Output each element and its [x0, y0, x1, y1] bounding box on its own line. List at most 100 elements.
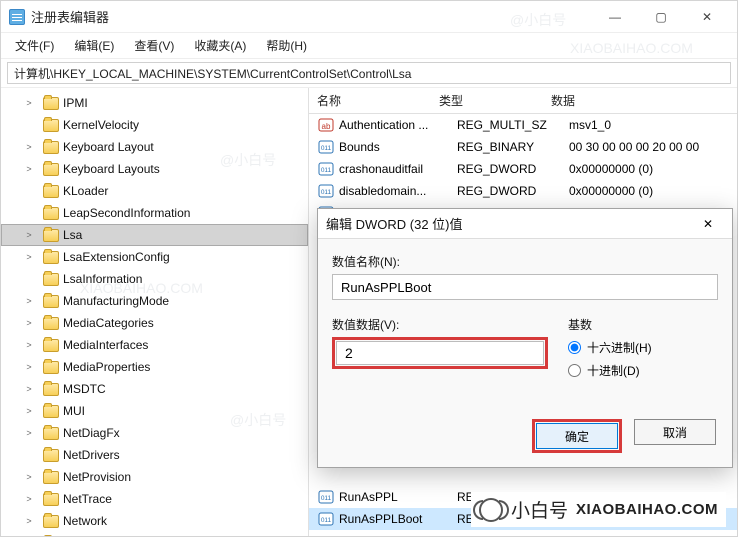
tree-item[interactable]: LeapSecondInformation	[1, 202, 308, 224]
tree-item[interactable]: >ManufacturingMode	[1, 290, 308, 312]
tree-item[interactable]: > Keyboard Layouts	[1, 158, 308, 180]
tree-item-label: MUI	[63, 404, 85, 418]
minimize-button[interactable]: —	[593, 3, 637, 31]
close-button[interactable]: ✕	[685, 3, 729, 31]
watermark-cn: 小白号	[511, 496, 568, 523]
tree-item-label: Keyboard Layouts	[63, 162, 160, 176]
tree-item[interactable]: >Network	[1, 510, 308, 532]
tree-panel[interactable]: > IPMI KernelVelocity > Keyboard Layout > Keyb…	[1, 88, 309, 536]
tree-item[interactable]: > MUI	[1, 400, 308, 422]
col-data[interactable]: 数据	[551, 92, 737, 109]
value-name-input[interactable]	[332, 274, 718, 300]
tree-item[interactable]: > MediaProperties	[1, 356, 308, 378]
tree-item-label: NetTrace	[63, 492, 112, 506]
tree-item[interactable]: >NetworkProvider	[1, 532, 308, 536]
folder-icon	[43, 97, 59, 110]
menu-help[interactable]: 帮助(H)	[258, 34, 315, 57]
tree-item[interactable]: > MSDTC	[1, 378, 308, 400]
tree-item-label: Lsa	[63, 228, 82, 242]
col-name[interactable]: 名称	[309, 92, 439, 109]
maximize-button[interactable]: ▢	[639, 3, 683, 31]
chevron-icon[interactable]: >	[23, 229, 35, 241]
tree-item[interactable]: >MediaCategories	[1, 312, 308, 334]
menu-favorites[interactable]: 收藏夹(A)	[186, 34, 254, 57]
binary-icon: 011	[317, 160, 335, 178]
tree-item[interactable]: > IPMI	[1, 92, 308, 114]
chevron-icon[interactable]: >	[23, 317, 35, 329]
watermark-en: XIAOBAIHAO.COM	[576, 501, 718, 518]
folder-icon	[43, 317, 59, 330]
chevron-icon[interactable]	[23, 449, 35, 461]
value-type: REG_DWORD	[457, 184, 569, 198]
value-data-input[interactable]	[336, 341, 544, 365]
chevron-icon[interactable]	[23, 273, 35, 285]
values-header: 名称 类型 数据	[309, 88, 737, 114]
chevron-icon[interactable]: >	[23, 97, 35, 109]
tree-item-label: Keyboard Layout	[63, 140, 154, 154]
ok-button[interactable]: 确定	[536, 423, 618, 449]
chevron-icon[interactable]: >	[23, 339, 35, 351]
value-data-highlight	[332, 337, 548, 369]
tree-item[interactable]: > MediaInterfaces	[1, 334, 308, 356]
window-title: 注册表编辑器	[31, 7, 593, 26]
chevron-icon[interactable]: >	[23, 493, 35, 505]
tree-item[interactable]: KLoader	[1, 180, 308, 202]
chevron-icon[interactable]: >	[23, 361, 35, 373]
tree-item-label: IPMI	[63, 96, 88, 110]
tree-item-label: LsaExtensionConfig	[63, 250, 170, 264]
address-input[interactable]	[7, 62, 731, 84]
tree-item-label: MediaProperties	[63, 360, 150, 374]
chevron-icon[interactable]	[23, 207, 35, 219]
col-type[interactable]: 类型	[439, 92, 551, 109]
tree-item[interactable]: >NetProvision	[1, 466, 308, 488]
value-type: REG_DWORD	[457, 162, 569, 176]
tree-item-label: MediaInterfaces	[63, 338, 148, 352]
tree-item[interactable]: NetDrivers	[1, 444, 308, 466]
string-icon: ab	[317, 116, 335, 134]
menu-view[interactable]: 查看(V)	[126, 34, 182, 57]
folder-icon	[43, 449, 59, 462]
value-row[interactable]: abAuthentication ...REG_MULTI_SZmsv1_0	[309, 114, 737, 136]
dialog-close-button[interactable]: ✕	[692, 212, 724, 236]
chevron-icon[interactable]: >	[23, 141, 35, 153]
value-row[interactable]: 011crashonauditfailREG_DWORD0x00000000 (…	[309, 158, 737, 180]
chevron-icon[interactable]	[23, 119, 35, 131]
svg-text:011: 011	[321, 495, 332, 502]
folder-icon	[43, 119, 59, 132]
tree-item[interactable]: KernelVelocity	[1, 114, 308, 136]
tree-item[interactable]: > Keyboard Layout	[1, 136, 308, 158]
tree-item-label: LeapSecondInformation	[63, 206, 190, 220]
radio-hex[interactable]	[568, 341, 581, 354]
tree-item[interactable]: > NetTrace	[1, 488, 308, 510]
chevron-icon[interactable]: >	[23, 251, 35, 263]
value-row[interactable]: 011disabledomain...REG_DWORD0x00000000 (…	[309, 180, 737, 202]
tree-item-label: NetDrivers	[63, 448, 120, 462]
radio-dec-row[interactable]: 十进制(D)	[568, 362, 718, 379]
radio-hex-row[interactable]: 十六进制(H)	[568, 339, 718, 356]
tree-item-label: KernelVelocity	[63, 118, 139, 132]
tree-item[interactable]: LsaInformation	[1, 268, 308, 290]
dialog-footer: 确定 取消	[318, 409, 732, 467]
chevron-icon[interactable]: >	[23, 427, 35, 439]
folder-icon	[43, 515, 59, 528]
chevron-icon[interactable]: >	[23, 163, 35, 175]
chevron-icon[interactable]: >	[23, 515, 35, 527]
chevron-icon[interactable]: >	[23, 471, 35, 483]
binary-icon: 011	[317, 138, 335, 156]
tree-item-label: MSDTC	[63, 382, 106, 396]
tree-item[interactable]: > LsaExtensionConfig	[1, 246, 308, 268]
radio-dec[interactable]	[568, 364, 581, 377]
chevron-icon[interactable]: >	[23, 405, 35, 417]
chevron-icon[interactable]: >	[23, 383, 35, 395]
tree-item[interactable]: > Lsa	[1, 224, 308, 246]
menu-edit[interactable]: 编辑(E)	[66, 34, 122, 57]
folder-icon	[43, 361, 59, 374]
value-row[interactable]: 011BoundsREG_BINARY00 30 00 00 00 20 00 …	[309, 136, 737, 158]
menu-file[interactable]: 文件(F)	[7, 34, 62, 57]
tree-item[interactable]: >NetDiagFx	[1, 422, 308, 444]
cancel-button[interactable]: 取消	[634, 419, 716, 445]
value-name: disabledomain...	[339, 184, 457, 198]
chevron-icon[interactable]	[23, 185, 35, 197]
chevron-icon[interactable]: >	[23, 295, 35, 307]
radio-dec-label: 十进制(D)	[587, 362, 640, 379]
